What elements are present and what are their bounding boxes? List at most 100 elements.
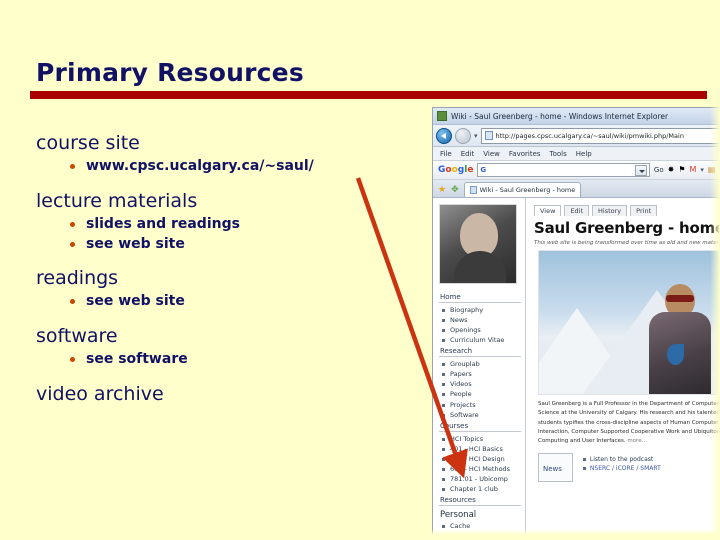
outline-body: course site www.cpsc.ucalgary.ca/~saul/ … [36,133,376,419]
page-icon [484,131,493,140]
sidebar-item-projects[interactable]: Projects [439,400,521,410]
outline-heading: lecture materials [36,189,198,212]
sidebar-item-openings[interactable]: Openings [439,325,521,335]
google-toolbar: Google G Go ✸ ⚑ M ▾ ▤ ▾ [433,161,720,180]
news-section: News Listen to the podcast NSERC / iCORE… [538,452,720,482]
outline-bullets: see software [36,350,376,370]
browser-tab[interactable]: Wiki - Saul Greenberg - home [463,182,582,197]
outline-heading: video archive [36,382,164,405]
google-logo: Google [438,165,474,175]
sidebar-heading-home[interactable]: Home [439,291,521,303]
history-chevron-down-icon[interactable]: ▾ [474,132,478,140]
menu-item-view[interactable]: View [483,150,500,158]
wiki-blurb-more-link[interactable]: more... [627,438,647,444]
url-input[interactable]: http://pages.cpsc.ucalgary.ca/~saul/wiki… [480,127,720,144]
tab-view[interactable]: View [534,205,562,216]
sidebar-item-chapter-1-club[interactable]: Chapter 1 club [439,484,521,494]
sidebar-item-601-hci-methods[interactable]: 601 - HCI Methods [439,464,521,474]
forward-button-icon[interactable] [455,127,471,144]
outline-group: software see software [36,326,376,370]
tab-favicon-icon [469,186,477,194]
highlight-icon[interactable]: ✸ [668,166,675,174]
google-search-input[interactable]: G [477,163,650,177]
sidebar-item-people[interactable]: People [439,389,521,399]
outline-group: course site www.cpsc.ucalgary.ca/~saul/ [36,133,376,177]
bullet-dot-icon [70,241,75,247]
wiki-main: View Edit History Print Saul Greenberg -… [526,198,720,535]
window-title: Wiki - Saul Greenberg - home - Windows I… [451,111,669,121]
sidebar-item-papers[interactable]: Papers [439,369,521,379]
google-g-icon: G [480,166,487,174]
tab-bar: ★ ✥ Wiki - Saul Greenberg - home [433,180,720,198]
page-content: Home Biography News Openings Curriculum … [433,198,720,535]
sidebar-heading-courses[interactable]: Courses [439,420,521,432]
sidebar-item-news[interactable]: News [439,315,521,325]
address-bar: ▾ http://pages.cpsc.ucalgary.ca/~saul/wi… [433,125,720,147]
list-item: slides and readings [36,215,376,235]
list-item: see web site [36,235,376,255]
browser-title-bar: Wiki - Saul Greenberg - home - Windows I… [433,108,720,125]
sidebar-item-cache[interactable]: Cache [439,521,521,531]
list-item-label: see software [86,351,188,368]
outline-group: lecture materials slides and readings se… [36,189,376,255]
menu-item-tools[interactable]: Tools [550,150,567,158]
sidebar-item-curriculum-vitae[interactable]: Curriculum Vitae [439,335,521,345]
chevron-down-icon[interactable] [634,164,647,176]
bookmark-flag-icon[interactable]: ⚑ [678,166,685,174]
list-item: see web site [36,292,376,312]
sidebar-item-grouplab[interactable]: Grouplab [439,359,521,369]
sunglasses-icon [666,295,694,302]
url-text: http://pages.cpsc.ucalgary.ca/~saul/wiki… [495,131,684,140]
tab-print[interactable]: Print [630,205,658,216]
sidebar-item-software[interactable]: Software [439,410,521,420]
bullet-dot-icon [70,221,75,227]
menu-item-edit[interactable]: Edit [461,150,475,158]
tab-edit[interactable]: Edit [564,205,590,216]
slide: Primary Resources course site www.cpsc.u… [0,0,720,540]
menu-bar: File Edit View Favorites Tools Help [433,147,720,161]
outline-heading: course site [36,132,140,154]
bullet-dot-icon [70,163,75,169]
jacket-logo-icon [667,344,684,365]
wiki-page-note: This web site is being transformed over … [534,240,720,246]
outline-heading: software [36,325,118,348]
news-label: News [543,464,562,473]
tab-history[interactable]: History [592,205,628,216]
add-to-favorites-icon[interactable]: ✥ [451,185,459,197]
sidebar-item-501-hci-design[interactable]: 501 - HCI Design [439,454,521,464]
sidebar-item-videos[interactable]: Videos [439,379,521,389]
menu-item-help[interactable]: Help [576,150,592,158]
outline-bullets: www.cpsc.ucalgary.ca/~saul/ [36,157,376,177]
news-item[interactable]: NSERC / iCORE / SMART [581,464,661,473]
page-title: Primary Resources [36,58,304,87]
news-box: News [538,452,573,482]
favorites-star-icon[interactable]: ★ [438,185,446,197]
list-item-label: see web site [86,293,185,310]
news-item[interactable]: Listen to the podcast [581,455,661,464]
browser-screenshot: Wiki - Saul Greenberg - home - Windows I… [432,107,720,535]
menu-item-file[interactable]: File [440,150,452,158]
settings-icon[interactable]: ▤ [708,166,716,174]
sidebar-item-hci-topics[interactable]: HCI Topics [439,434,521,444]
gmail-icon[interactable]: M [690,166,697,174]
outline-group: video archive [36,384,376,405]
sidebar-heading-research[interactable]: Research [439,345,521,358]
sidebar-item-401-hci-basics[interactable]: 401 - HCI Basics [439,444,521,454]
portrait-photo [439,204,517,284]
wiki-action-tabs: View Edit History Print [534,205,720,216]
sidebar-item-781-ubicomp[interactable]: 781.01 - Ubicomp [439,474,521,484]
list-item-label: see web site [86,235,185,252]
title-divider [30,91,707,99]
news-items: Listen to the podcast NSERC / iCORE / SM… [581,453,661,473]
gmail-chevron-down-icon[interactable]: ▾ [700,166,704,174]
wiki-page-heading: Saul Greenberg - home [534,219,720,237]
tab-label: Wiki - Saul Greenberg - home [479,186,576,194]
sidebar-item-biography[interactable]: Biography [439,305,521,315]
list-item-label: www.cpsc.ucalgary.ca/~saul/ [86,157,314,174]
back-button-icon[interactable] [436,127,452,144]
sidebar-heading-personal[interactable]: Personal [439,508,521,521]
google-go-button[interactable]: Go [654,166,664,174]
sidebar-heading-resources[interactable]: Resources [439,494,521,506]
menu-item-favorites[interactable]: Favorites [509,150,541,158]
outline-bullets: see web site [36,292,376,312]
